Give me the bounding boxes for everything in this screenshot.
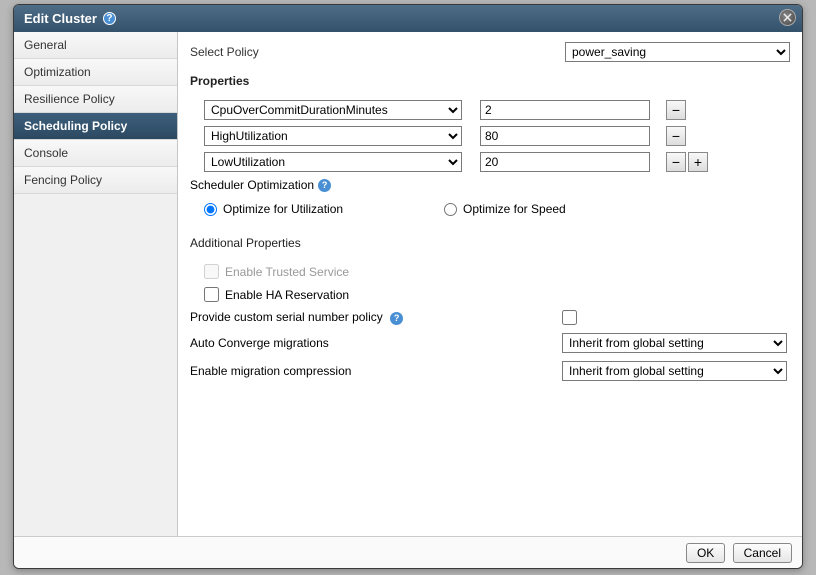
migration-compression-label: Enable migration compression bbox=[190, 364, 562, 378]
remove-property-button-2[interactable]: − bbox=[666, 152, 686, 172]
ok-button[interactable]: OK bbox=[686, 543, 725, 563]
auto-converge-row: Auto Converge migrations Inherit from gl… bbox=[190, 333, 790, 353]
serial-number-row: Provide custom serial number policy ? bbox=[190, 310, 790, 325]
property-name-dropdown-2[interactable]: LowUtilization bbox=[204, 152, 462, 172]
enable-trusted-row: Enable Trusted Service bbox=[204, 264, 790, 279]
help-icon[interactable]: ? bbox=[103, 12, 116, 25]
radio-optimize-speed[interactable]: Optimize for Speed bbox=[444, 202, 684, 216]
sidebar-item-console[interactable]: Console bbox=[14, 140, 177, 167]
select-policy-row: Select Policy power_saving bbox=[190, 42, 790, 62]
enable-trusted-label: Enable Trusted Service bbox=[225, 265, 349, 279]
edit-cluster-dialog: Edit Cluster ? General Optimization Resi… bbox=[13, 4, 803, 569]
serial-number-checkbox[interactable] bbox=[562, 310, 577, 325]
sidebar-item-resilience-policy[interactable]: Resilience Policy bbox=[14, 86, 177, 113]
cancel-button[interactable]: Cancel bbox=[733, 543, 792, 563]
property-value-input-0[interactable] bbox=[480, 100, 650, 120]
sidebar-item-optimization[interactable]: Optimization bbox=[14, 59, 177, 86]
auto-converge-label: Auto Converge migrations bbox=[190, 336, 562, 350]
auto-converge-dropdown[interactable]: Inherit from global setting bbox=[562, 333, 787, 353]
radio-optimize-utilization-input[interactable] bbox=[204, 203, 217, 216]
sidebar: General Optimization Resilience Policy S… bbox=[14, 32, 178, 536]
sidebar-item-scheduling-policy[interactable]: Scheduling Policy bbox=[14, 113, 177, 140]
radio-optimize-speed-label: Optimize for Speed bbox=[463, 202, 566, 216]
enable-trusted-checkbox bbox=[204, 264, 219, 279]
dialog-header: Edit Cluster ? bbox=[14, 5, 802, 32]
property-value-input-2[interactable] bbox=[480, 152, 650, 172]
migration-compression-row: Enable migration compression Inherit fro… bbox=[190, 361, 790, 381]
scheduler-optimization-group: Optimize for Utilization Optimize for Sp… bbox=[204, 202, 790, 216]
close-icon[interactable] bbox=[779, 9, 796, 26]
help-icon[interactable]: ? bbox=[318, 179, 331, 192]
select-policy-label: Select Policy bbox=[190, 45, 370, 59]
property-name-dropdown-0[interactable]: CpuOverCommitDurationMinutes bbox=[204, 100, 462, 120]
content-pane: Select Policy power_saving Properties Cp… bbox=[178, 32, 802, 536]
enable-ha-checkbox[interactable] bbox=[204, 287, 219, 302]
help-icon[interactable]: ? bbox=[390, 312, 403, 325]
property-row-1: HighUtilization − bbox=[204, 126, 790, 146]
remove-property-button-1[interactable]: − bbox=[666, 126, 686, 146]
enable-ha-label: Enable HA Reservation bbox=[225, 288, 349, 302]
add-property-button[interactable]: + bbox=[688, 152, 708, 172]
radio-optimize-utilization-label: Optimize for Utilization bbox=[223, 202, 343, 216]
scheduler-optimization-label: Scheduler Optimization bbox=[190, 178, 314, 192]
enable-ha-row: Enable HA Reservation bbox=[204, 287, 790, 302]
dialog-title: Edit Cluster bbox=[24, 11, 97, 26]
radio-optimize-utilization[interactable]: Optimize for Utilization bbox=[204, 202, 444, 216]
dialog-body: General Optimization Resilience Policy S… bbox=[14, 32, 802, 536]
property-value-input-1[interactable] bbox=[480, 126, 650, 146]
remove-property-button-0[interactable]: − bbox=[666, 100, 686, 120]
property-row-0: CpuOverCommitDurationMinutes − bbox=[204, 100, 790, 120]
property-name-dropdown-1[interactable]: HighUtilization bbox=[204, 126, 462, 146]
select-policy-dropdown[interactable]: power_saving bbox=[565, 42, 790, 62]
radio-optimize-speed-input[interactable] bbox=[444, 203, 457, 216]
migration-compression-dropdown[interactable]: Inherit from global setting bbox=[562, 361, 787, 381]
additional-properties-title: Additional Properties bbox=[190, 236, 790, 250]
sidebar-item-general[interactable]: General bbox=[14, 32, 177, 59]
properties-title: Properties bbox=[190, 74, 790, 88]
property-row-2: LowUtilization − + bbox=[204, 152, 790, 172]
dialog-footer: OK Cancel bbox=[14, 536, 802, 569]
sidebar-item-fencing-policy[interactable]: Fencing Policy bbox=[14, 167, 177, 194]
serial-number-label: Provide custom serial number policy ? bbox=[190, 310, 562, 325]
